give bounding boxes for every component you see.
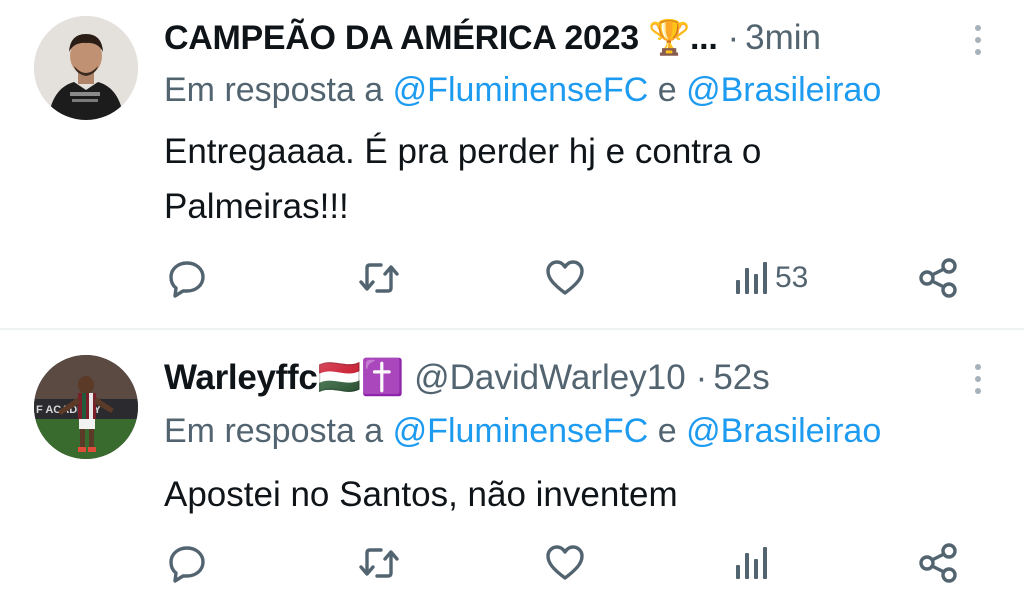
- tweet-header: CAMPEÃO DA AMÉRICA 2023 🏆... · 3min: [164, 16, 964, 60]
- display-name[interactable]: CAMPEÃO DA AMÉRICA 2023 🏆...: [164, 16, 718, 60]
- reply-icon: [169, 261, 205, 298]
- reply-button[interactable]: [165, 539, 209, 587]
- retweet-icon: [359, 548, 399, 578]
- retweet-button[interactable]: [357, 254, 401, 302]
- avatar[interactable]: F ACADEMY: [34, 355, 138, 459]
- action-bar: 53: [0, 254, 1024, 302]
- more-vertical-icon[interactable]: [968, 361, 988, 397]
- reply-joiner: e: [657, 412, 677, 450]
- avatar[interactable]: [34, 16, 138, 120]
- reply-prefix: Em resposta a: [164, 71, 384, 109]
- reply-joiner: e: [657, 71, 677, 109]
- share-button[interactable]: [917, 539, 961, 587]
- tweet-header: Warleyffc🇭🇺✝️ @DavidWarley10 · 52s: [164, 356, 964, 400]
- mention-link[interactable]: @FluminenseFC: [393, 412, 649, 450]
- reply-icon: [169, 546, 205, 583]
- more-vertical-icon[interactable]: [968, 22, 988, 58]
- views-button[interactable]: [733, 539, 769, 587]
- tweet[interactable]: F ACADEMY Warleyffc🇭🇺✝️ @DavidWarley10 ·…: [0, 331, 1024, 612]
- share-button[interactable]: [917, 254, 961, 302]
- reply-context: Em resposta a @FluminenseFC e @Brasileir…: [164, 68, 881, 112]
- views-count: 53: [775, 261, 809, 294]
- like-icon: [546, 260, 584, 295]
- mention-link[interactable]: @FluminenseFC: [393, 71, 649, 109]
- mention-link[interactable]: @Brasileirao: [686, 412, 881, 450]
- like-icon: [546, 545, 584, 580]
- views-button[interactable]: 53: [733, 254, 808, 302]
- views-icon: [736, 547, 767, 579]
- timestamp[interactable]: 3min: [745, 16, 821, 60]
- display-name[interactable]: Warleyffc🇭🇺✝️: [164, 356, 404, 400]
- retweet-icon: [359, 263, 399, 293]
- user-handle[interactable]: @DavidWarley10: [414, 356, 686, 400]
- tweet[interactable]: CAMPEÃO DA AMÉRICA 2023 🏆... · 3min Em r…: [0, 0, 1024, 330]
- reply-button[interactable]: [165, 254, 209, 302]
- views-icon: [736, 262, 767, 294]
- reply-prefix: Em resposta a: [164, 412, 384, 450]
- reply-context: Em resposta a @FluminenseFC e @Brasileir…: [164, 409, 881, 453]
- separator-dot: ·: [727, 18, 740, 57]
- timestamp[interactable]: 52s: [713, 356, 769, 400]
- tweet-text: Entregaaaa. É pra perder hj e contra o P…: [164, 132, 762, 226]
- like-button[interactable]: [543, 254, 587, 302]
- action-bar: [0, 539, 1024, 587]
- separator-dot: ·: [695, 358, 708, 397]
- like-button[interactable]: [543, 539, 587, 587]
- tweet-text: Apostei no Santos, não inventem: [164, 475, 678, 514]
- retweet-button[interactable]: [357, 539, 401, 587]
- share-icon: [919, 258, 957, 298]
- mention-link[interactable]: @Brasileirao: [686, 71, 881, 109]
- share-icon: [919, 543, 957, 583]
